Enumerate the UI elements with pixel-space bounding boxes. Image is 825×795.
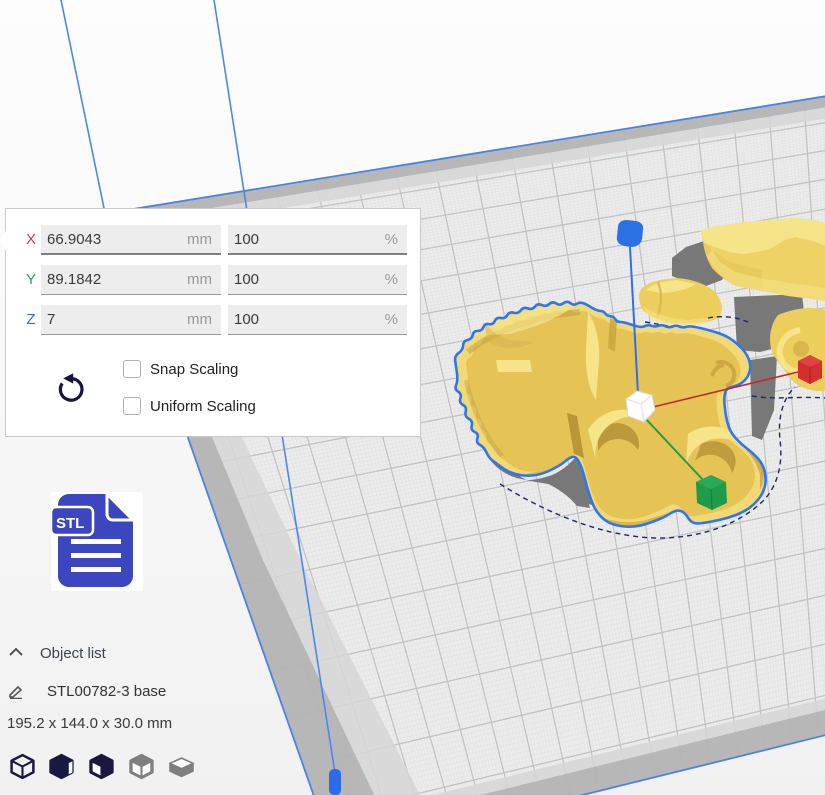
svg-text:STL: STL xyxy=(56,515,84,532)
